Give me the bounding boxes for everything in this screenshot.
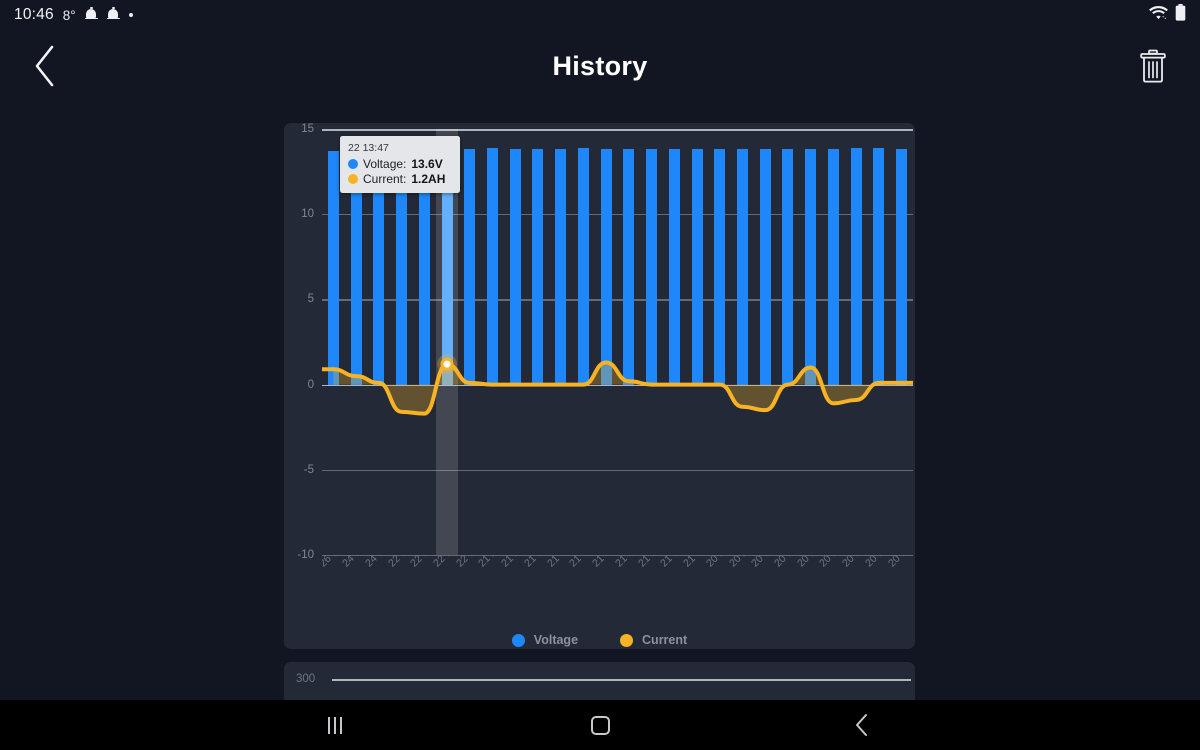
tooltip-label-current: Current:: [363, 171, 407, 186]
wifi-icon: [1149, 5, 1168, 25]
legend-dot-current: [620, 633, 634, 647]
android-nav-bar: [0, 700, 1200, 750]
y-axis-tick: 5: [307, 293, 314, 306]
legend-label-voltage: Voltage: [533, 633, 579, 647]
chevron-left-icon: [35, 45, 54, 87]
delete-history-button[interactable]: [1132, 43, 1174, 89]
tooltip-value-current: 1.2AH: [411, 171, 446, 186]
back-icon: [855, 714, 867, 736]
back-button[interactable]: [22, 42, 66, 90]
selected-data-point[interactable]: [440, 357, 454, 371]
bell-icon: [84, 6, 98, 22]
tooltip-timestamp: 22 13:47: [348, 142, 389, 154]
status-bar-left: 10:46 8°: [14, 6, 134, 24]
y-axis-labels: 15 10 5 0 -5 -10: [284, 123, 314, 563]
chart-tooltip: 22 13:47 Voltage: 13.6V Current: 1.2AH: [340, 136, 460, 193]
status-bar-right: [1149, 4, 1186, 26]
secondary-chart-y-label: 300: [296, 673, 316, 685]
current-line-series: [322, 354, 913, 416]
legend-label-current: Current: [642, 633, 688, 647]
page-title: History: [552, 50, 648, 81]
tooltip-value-voltage: 13.6V: [411, 156, 443, 171]
nav-home-button[interactable]: [565, 700, 635, 750]
bell-icon: [106, 6, 120, 22]
voltage-current-chart-card[interactable]: 15 10 5 0 -5 -10 26 10:4124 09:5424 09:5322 1…: [284, 123, 915, 649]
nav-recents-button[interactable]: [300, 700, 370, 750]
legend-dot-voltage: [511, 633, 525, 647]
home-icon: [590, 715, 610, 735]
y-axis-tick: -10: [297, 549, 314, 561]
legend-item-voltage[interactable]: Voltage: [511, 633, 579, 647]
battery-icon: [1175, 4, 1186, 26]
recents-icon: [328, 716, 342, 734]
y-axis-tick: 15: [301, 123, 314, 135]
x-axis-labels: 26 10:4124 09:5424 09:5322 14:0122 14:00…: [322, 555, 915, 627]
y-axis-tick: 10: [301, 208, 314, 221]
chart-legend[interactable]: Voltage Current: [284, 623, 915, 649]
tooltip-row-current: Current: 1.2AH: [348, 172, 452, 186]
nav-back-button[interactable]: [826, 700, 896, 750]
app-root: 10:46 8° History 15 10 5 0 -5 -10 Voltag…: [0, 0, 1200, 750]
status-temperature: 8°: [62, 7, 76, 23]
tooltip-dot-voltage: [348, 158, 358, 169]
status-time: 10:46: [14, 6, 54, 23]
status-bar: 10:46 8°: [0, 0, 1200, 30]
dot-icon: [128, 12, 134, 18]
x-axis-tick: 20 10:0: [886, 555, 915, 569]
tooltip-dot-current: [348, 173, 358, 184]
app-header: History: [0, 30, 1200, 102]
legend-item-current[interactable]: Current: [620, 633, 687, 647]
y-axis-tick: -5: [303, 463, 314, 476]
y-axis-tick: 0: [307, 378, 314, 391]
tooltip-label-voltage: Voltage:: [363, 156, 407, 171]
trash-icon: [1140, 49, 1166, 83]
tooltip-row-voltage: Voltage: 13.6V: [348, 157, 452, 171]
chart-plot-area[interactable]: [322, 129, 913, 555]
secondary-chart-gridline: [332, 679, 911, 681]
